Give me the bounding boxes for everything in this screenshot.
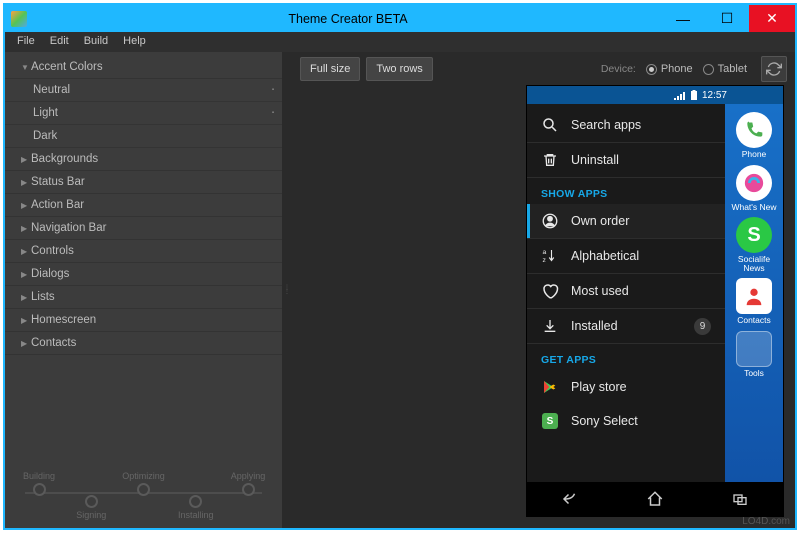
app-phone[interactable]: Phone xyxy=(736,112,772,159)
menu-file[interactable]: File xyxy=(11,32,41,52)
heart-icon xyxy=(541,282,559,300)
app-icon xyxy=(11,11,27,27)
play-store-row[interactable]: Play store xyxy=(527,370,725,404)
two-rows-button[interactable]: Two rows xyxy=(366,57,432,81)
sony-select-row[interactable]: S Sony Select xyxy=(527,404,725,438)
status-bar: 12:57 xyxy=(527,86,783,104)
tree-accent-dark[interactable]: Dark xyxy=(5,125,282,148)
sidebar: ▼Accent Colors Neutral▪ Light▪ Dark ▶Bac… xyxy=(5,52,282,528)
minimize-button[interactable]: — xyxy=(661,5,705,32)
toolbar: Full size Two rows Device: Phone Tablet xyxy=(292,52,795,86)
sort-alpha-icon: az xyxy=(541,247,559,265)
tree-contacts[interactable]: ▶Contacts xyxy=(5,332,282,355)
phone-preview: 12:57 Search apps Uninstall xyxy=(527,86,783,516)
socialife-icon: S xyxy=(736,217,772,253)
android-navbar xyxy=(527,482,783,516)
svg-text:z: z xyxy=(543,257,547,264)
person-circle-icon xyxy=(541,212,559,230)
main-panel: Full size Two rows Device: Phone Tablet xyxy=(292,52,795,528)
most-used-row[interactable]: Most used xyxy=(527,274,725,309)
own-order-row[interactable]: Own order xyxy=(527,204,725,239)
tree-status-bar[interactable]: ▶Status Bar xyxy=(5,171,282,194)
app-contacts[interactable]: Contacts xyxy=(736,278,772,325)
phone-icon xyxy=(744,120,764,140)
sony-select-icon: S xyxy=(541,412,559,430)
recent-button[interactable] xyxy=(724,487,756,511)
uninstall-row[interactable]: Uninstall xyxy=(527,143,725,178)
close-button[interactable]: ✕ xyxy=(749,5,795,32)
tree-controls[interactable]: ▶Controls xyxy=(5,240,282,263)
tree-action-bar[interactable]: ▶Action Bar xyxy=(5,194,282,217)
tree-homescreen[interactable]: ▶Homescreen xyxy=(5,309,282,332)
device-label: Device: xyxy=(601,63,636,75)
svg-text:a: a xyxy=(543,249,547,256)
full-size-button[interactable]: Full size xyxy=(300,57,360,81)
folder-tools-icon xyxy=(736,331,772,367)
watermark: LO4D.com xyxy=(742,516,790,527)
tree-dialogs[interactable]: ▶Dialogs xyxy=(5,263,282,286)
refresh-icon xyxy=(766,61,782,77)
tree-backgrounds[interactable]: ▶Backgrounds xyxy=(5,148,282,171)
alphabetical-row[interactable]: az Alphabetical xyxy=(527,239,725,274)
back-button[interactable] xyxy=(554,487,586,511)
get-apps-header: GET APPS xyxy=(527,344,725,370)
search-icon xyxy=(541,116,559,134)
tree-accent-light[interactable]: Light▪ xyxy=(5,102,282,125)
signal-icon xyxy=(674,90,686,100)
device-tablet-radio[interactable]: Tablet xyxy=(703,63,747,75)
home-app-rail: Phone What's New S Socialife News xyxy=(725,104,783,482)
trash-icon xyxy=(541,151,559,169)
window-titlebar[interactable]: Theme Creator BETA — ☐ ✕ xyxy=(5,5,795,32)
tree-lists[interactable]: ▶Lists xyxy=(5,286,282,309)
build-progress: Building Signing Optimizing Installing A… xyxy=(13,471,274,520)
splitter-handle[interactable]: ⋮⋮ xyxy=(282,52,292,528)
menu-build[interactable]: Build xyxy=(78,32,114,52)
app-socialife[interactable]: S Socialife News xyxy=(727,217,781,272)
play-store-icon xyxy=(541,378,559,396)
window-title: Theme Creator BETA xyxy=(35,12,661,26)
installed-badge: 9 xyxy=(694,318,711,335)
refresh-button[interactable] xyxy=(761,56,787,82)
battery-icon xyxy=(690,90,698,100)
tree-accent-neutral[interactable]: Neutral▪ xyxy=(5,79,282,102)
search-apps-row[interactable]: Search apps xyxy=(527,108,725,143)
installed-row[interactable]: Installed 9 xyxy=(527,309,725,344)
download-icon xyxy=(541,317,559,335)
menu-edit[interactable]: Edit xyxy=(44,32,75,52)
tree-navigation-bar[interactable]: ▶Navigation Bar xyxy=(5,217,282,240)
app-drawer: Search apps Uninstall SHOW APPS Own orde… xyxy=(527,104,725,482)
menubar: File Edit Build Help xyxy=(5,32,795,52)
clock: 12:57 xyxy=(702,90,727,101)
app-whats-new[interactable]: What's New xyxy=(731,165,776,212)
device-phone-radio[interactable]: Phone xyxy=(646,63,693,75)
contacts-icon xyxy=(743,285,765,307)
home-button[interactable] xyxy=(639,487,671,511)
whats-new-icon xyxy=(743,172,765,194)
tree-accent-colors[interactable]: ▼Accent Colors xyxy=(5,56,282,79)
show-apps-header: SHOW APPS xyxy=(527,178,725,204)
app-tools[interactable]: Tools xyxy=(736,331,772,378)
menu-help[interactable]: Help xyxy=(117,32,152,52)
maximize-button[interactable]: ☐ xyxy=(705,5,749,32)
